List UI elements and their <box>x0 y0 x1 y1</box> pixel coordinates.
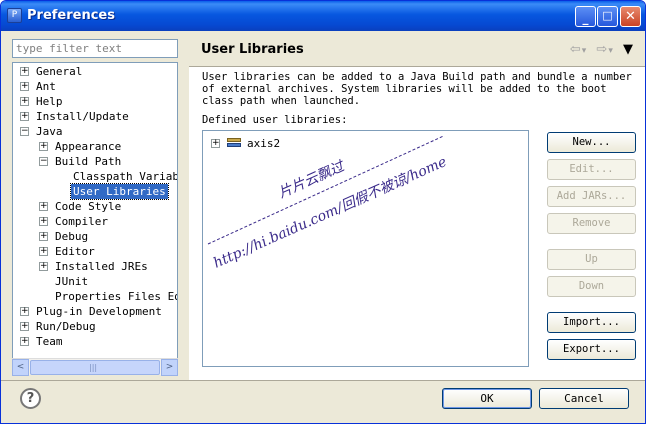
tree-item-java[interactable]: − Java <box>20 124 170 139</box>
minimize-button[interactable]: _ <box>575 6 596 27</box>
tree-item-editor[interactable]: + Editor <box>39 244 177 259</box>
tree-item-build-path[interactable]: − Build Path <box>39 154 177 169</box>
filter-input[interactable]: type filter text <box>12 39 178 58</box>
tree-item-label: Help <box>36 95 63 108</box>
edit-button[interactable]: Edit... <box>547 159 636 180</box>
tree-item-label: Run/Debug <box>36 320 96 333</box>
tree-item-label: JUnit <box>55 275 89 288</box>
tree-item-help[interactable]: + Help <box>20 94 170 109</box>
expand-icon[interactable]: + <box>39 262 48 271</box>
tree-item-label: Build Path <box>55 155 122 168</box>
view-menu-icon[interactable]: ▼ <box>623 42 633 57</box>
expand-icon[interactable]: + <box>20 67 29 76</box>
export-button[interactable]: Export... <box>547 339 636 360</box>
tree-item-label: Properties Files Edit <box>55 290 177 303</box>
eclipse-preferences-icon: P <box>7 8 22 23</box>
tree-item-installed-jres[interactable]: + Installed JREs <box>39 259 177 274</box>
tree-item-label: Code Style <box>55 200 122 213</box>
scrollbar-thumb[interactable]: ||| <box>30 360 160 375</box>
page-title: User Libraries <box>201 42 304 57</box>
library-icon <box>227 138 241 149</box>
defined-libraries-label: Defined user libraries: <box>202 114 348 126</box>
tree-item-label: General <box>36 65 83 78</box>
user-libraries-list[interactable]: + axis2 <box>202 130 529 367</box>
tree-item-code-style[interactable]: + Code Style <box>39 199 177 214</box>
page-description: User libraries can be added to a Java Bu… <box>202 71 632 107</box>
tree-item-label: Installed JREs <box>55 260 148 273</box>
tree-item-team[interactable]: + Team <box>20 334 170 349</box>
expand-icon[interactable]: + <box>20 82 29 91</box>
tree-item-debug[interactable]: + Debug <box>39 229 177 244</box>
expand-icon[interactable]: + <box>20 307 29 316</box>
expand-icon[interactable]: + <box>39 217 48 226</box>
tree-item-label: Plug-in Development <box>36 305 162 318</box>
up-button[interactable]: Up <box>547 249 636 270</box>
back-arrow-icon[interactable]: ⇦ <box>570 42 581 57</box>
preference-page: User Libraries ⇦▾ ⇨▾ ▼ User libraries ca… <box>189 34 645 380</box>
tree-item-compiler[interactable]: + Compiler <box>39 214 177 229</box>
expand-icon[interactable]: + <box>20 112 29 121</box>
tree-item-label: Classpath Variable <box>73 170 178 183</box>
expand-icon[interactable]: + <box>39 202 48 211</box>
preferences-window: P Preferences _ □ ✕ type filter text + G… <box>0 0 646 424</box>
page-navigation: ⇦▾ ⇨▾ ▼ <box>564 42 633 57</box>
tree-item-ant[interactable]: + Ant <box>20 79 170 94</box>
forward-arrow-icon[interactable]: ⇨ <box>596 42 607 57</box>
expand-icon[interactable]: + <box>20 322 29 331</box>
tree-item-appearance[interactable]: + Appearance <box>39 139 177 154</box>
new-button[interactable]: New... <box>547 132 636 153</box>
close-button[interactable]: ✕ <box>620 6 641 27</box>
tree-item-user-libraries[interactable]: User Libraries <box>70 183 177 200</box>
expand-icon[interactable]: + <box>39 232 48 241</box>
expand-icon[interactable]: + <box>20 337 29 346</box>
tree-item-properties-files-editor[interactable]: Properties Files Edit <box>55 289 177 304</box>
grip-icon: ||| <box>89 363 98 372</box>
footer-divider <box>1 380 645 381</box>
expand-icon[interactable]: + <box>20 97 29 106</box>
tree-item-label: Compiler <box>55 215 108 228</box>
tree-item-label: Team <box>36 335 63 348</box>
collapse-icon[interactable]: − <box>39 157 48 166</box>
maximize-button[interactable]: □ <box>597 6 618 27</box>
expand-icon[interactable]: + <box>39 142 48 151</box>
tree-item-label: User Libraries <box>70 183 169 200</box>
down-button[interactable]: Down <box>547 276 636 297</box>
forward-dropdown-icon[interactable]: ▾ <box>608 46 613 56</box>
scroll-right-icon[interactable]: > <box>161 359 178 376</box>
tree-item-junit[interactable]: JUnit <box>55 274 175 289</box>
tree-item-label: Editor <box>55 245 95 258</box>
collapse-icon[interactable]: − <box>20 127 29 136</box>
tree-item-classpath-variables[interactable]: Classpath Variable <box>73 169 178 184</box>
library-label: axis2 <box>247 137 281 150</box>
tree-item-label: Install/Update <box>36 110 129 123</box>
tree-item-label: Ant <box>36 80 56 93</box>
tree-item-label: Appearance <box>55 140 122 153</box>
tree-item-label: Java <box>36 125 63 138</box>
add-jars-button[interactable]: Add JARs... <box>547 186 636 207</box>
back-dropdown-icon[interactable]: ▾ <box>582 46 587 56</box>
tree-item-run-debug[interactable]: + Run/Debug <box>20 319 170 334</box>
scroll-left-icon[interactable]: < <box>12 359 29 376</box>
tree-horizontal-scrollbar[interactable]: < ||| > <box>12 358 178 376</box>
cancel-button[interactable]: Cancel <box>539 388 629 409</box>
window-title: Preferences <box>27 8 115 23</box>
import-button[interactable]: Import... <box>547 312 636 333</box>
tree-item-plugin-development[interactable]: + Plug-in Development <box>20 304 170 319</box>
expand-icon[interactable]: + <box>39 247 48 256</box>
tree-item-install-update[interactable]: + Install/Update <box>20 109 170 124</box>
remove-button[interactable]: Remove <box>547 213 636 234</box>
preferences-tree[interactable]: + General + Ant + Help + Install/Update … <box>12 62 178 375</box>
tree-item-general[interactable]: + General <box>20 64 170 79</box>
ok-button[interactable]: OK <box>442 388 532 409</box>
title-bar[interactable]: P Preferences _ □ ✕ <box>1 1 645 31</box>
tree-item-label: Debug <box>55 230 89 243</box>
expand-icon[interactable]: + <box>211 139 220 148</box>
help-icon[interactable]: ? <box>20 388 41 409</box>
